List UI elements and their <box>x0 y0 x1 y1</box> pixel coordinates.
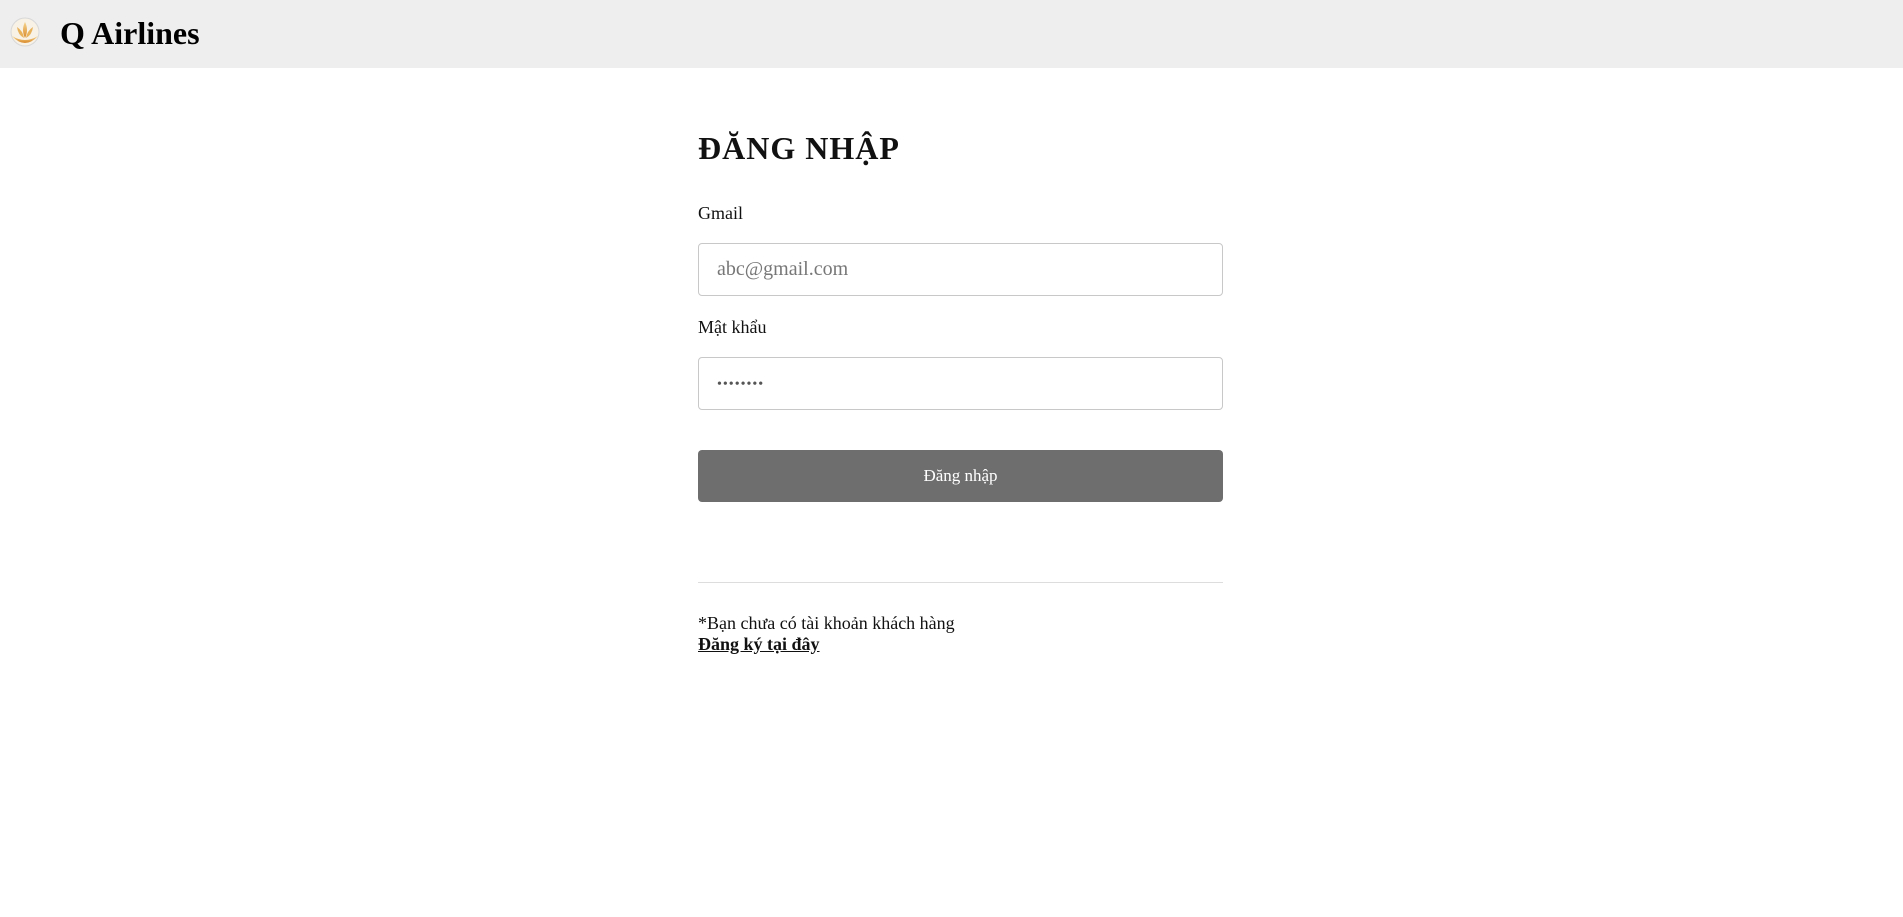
login-button[interactable]: Đăng nhập <box>698 450 1223 502</box>
signup-prompt: *Bạn chưa có tài khoản khách hàng <box>698 613 955 633</box>
password-label: Mật khẩu <box>698 317 767 337</box>
lotus-sun-logo-icon <box>10 17 40 47</box>
brand-name[interactable]: Q Airlines <box>60 12 200 54</box>
password-masked-value: •••••••• <box>717 377 765 392</box>
password-field[interactable]: •••••••• <box>698 357 1223 410</box>
top-navbar: Q Airlines <box>0 0 1903 68</box>
signup-link[interactable]: Đăng ký tại đây <box>698 633 820 655</box>
divider <box>698 582 1223 583</box>
email-field[interactable] <box>698 243 1223 296</box>
page-title: ĐĂNG NHẬP <box>698 130 900 166</box>
email-label: Gmail <box>698 203 743 223</box>
